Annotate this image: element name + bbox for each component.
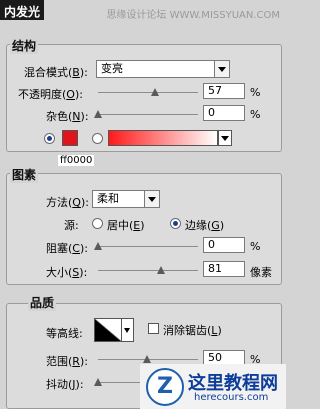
choke-input[interactable]: 0 bbox=[203, 237, 245, 253]
size-label: 大小(S): bbox=[46, 266, 88, 279]
choke-unit: % bbox=[250, 240, 261, 253]
jitter-slider-thumb[interactable] bbox=[94, 378, 102, 386]
technique-label: 方法(Q): bbox=[46, 196, 89, 209]
elements-legend: 图素 bbox=[10, 166, 39, 183]
noise-slider-thumb[interactable] bbox=[94, 110, 102, 118]
noise-input[interactable]: 0 bbox=[203, 105, 245, 121]
size-slider-thumb[interactable] bbox=[157, 266, 165, 274]
solid-color-radio[interactable] bbox=[44, 133, 55, 144]
range-label: 范围(R): bbox=[46, 355, 88, 368]
quality-legend: 品质 bbox=[28, 294, 57, 311]
gradient-radio[interactable] bbox=[92, 133, 103, 144]
opacity-slider-thumb[interactable] bbox=[151, 88, 159, 96]
opacity-input[interactable]: 57 bbox=[203, 83, 245, 99]
noise-unit: % bbox=[250, 108, 261, 121]
jitter-label: 抖动(J): bbox=[46, 378, 84, 391]
source-label: 源: bbox=[64, 219, 79, 232]
chevron-down-icon bbox=[144, 191, 159, 207]
source-edge-label[interactable]: 边缘(G) bbox=[185, 217, 224, 233]
chevron-down-icon bbox=[214, 61, 229, 77]
source-center-label[interactable]: 居中(E) bbox=[107, 217, 145, 233]
watermark: 思缘设计论坛 WWW.MISSYUAN.COM bbox=[106, 10, 280, 21]
hex-color-value: ff0000 bbox=[58, 155, 95, 166]
noise-label: 杂色(N): bbox=[46, 110, 89, 123]
source-center-radio[interactable] bbox=[92, 218, 103, 229]
contour-preview[interactable] bbox=[94, 318, 122, 342]
blend-mode-value: 变亮 bbox=[101, 62, 123, 75]
size-input[interactable]: 81 bbox=[203, 261, 245, 277]
glow-color-swatch[interactable] bbox=[62, 130, 78, 146]
structure-legend: 结构 bbox=[10, 37, 39, 54]
contour-dropdown-icon[interactable] bbox=[122, 318, 134, 342]
blend-mode-label: 混合模式(B): bbox=[24, 66, 88, 79]
logo-letter-icon: Z bbox=[157, 374, 173, 399]
opacity-slider-track[interactable] bbox=[98, 92, 198, 93]
range-slider-thumb[interactable] bbox=[143, 355, 151, 363]
contour-label: 等高线: bbox=[46, 327, 83, 340]
logo-icon: Z bbox=[146, 368, 184, 406]
choke-slider-thumb[interactable] bbox=[94, 242, 102, 250]
opacity-label: 不透明度(O): bbox=[18, 88, 83, 101]
antialias-checkbox[interactable] bbox=[148, 323, 159, 334]
technique-select[interactable]: 柔和 bbox=[92, 190, 160, 208]
panel-title: 内发光 bbox=[4, 5, 41, 19]
size-slider-track[interactable] bbox=[98, 270, 198, 271]
choke-slider-track[interactable] bbox=[98, 246, 198, 247]
opacity-unit: % bbox=[250, 86, 261, 99]
antialias-label[interactable]: 消除锯齿(L) bbox=[163, 322, 222, 338]
logo-url: herecours.com bbox=[194, 392, 269, 403]
choke-label: 阻塞(C): bbox=[46, 242, 88, 255]
gradient-dropdown-icon[interactable] bbox=[218, 130, 232, 146]
blend-mode-select[interactable]: 变亮 bbox=[96, 60, 230, 78]
gradient-preview[interactable] bbox=[108, 130, 218, 146]
technique-value: 柔和 bbox=[97, 192, 119, 205]
source-edge-radio[interactable] bbox=[170, 218, 181, 229]
noise-slider-track[interactable] bbox=[98, 114, 198, 115]
size-unit: 像素 bbox=[250, 266, 272, 279]
